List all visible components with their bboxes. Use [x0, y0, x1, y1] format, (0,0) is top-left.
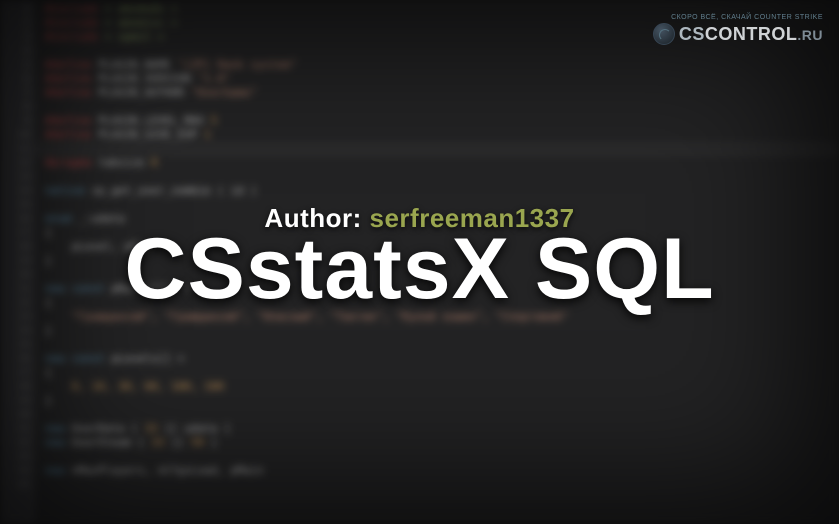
site-watermark: СКОРО ВСЁ, СКАЧАЙ COUNTER STRIKE CSCONTR… — [653, 14, 823, 45]
plugin-title: CSstatsX SQL — [124, 226, 714, 312]
brand-control: CONTROL — [705, 24, 798, 44]
title-overlay: Author: serfreeman1337 CSstatsX SQL — [0, 0, 839, 524]
brand-ru: .RU — [797, 27, 823, 43]
watermark-tagline: СКОРО ВСЁ, СКАЧАЙ COUNTER STRIKE — [671, 14, 823, 21]
watermark-logo: CSCONTROL.RU — [653, 23, 823, 45]
watermark-text: CSCONTROL.RU — [679, 24, 823, 45]
brand-cs: CS — [679, 24, 705, 44]
globe-icon — [653, 23, 675, 45]
